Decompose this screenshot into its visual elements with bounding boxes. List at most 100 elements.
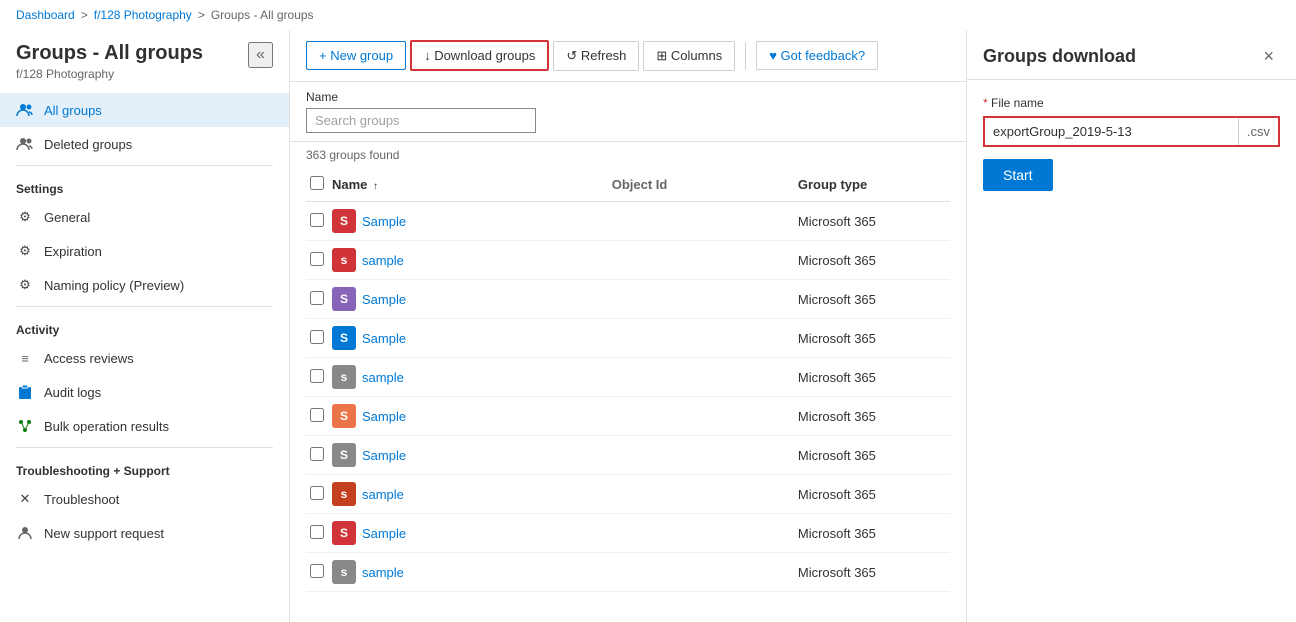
select-all-header[interactable] [306, 168, 328, 202]
row-checkbox-cell[interactable] [306, 358, 328, 397]
row-checkbox-cell[interactable] [306, 436, 328, 475]
grouptype-cell: Microsoft 365 [794, 553, 950, 592]
groups-count: 363 groups found [290, 142, 966, 168]
objectid-cell [608, 397, 794, 436]
filename-input[interactable] [985, 118, 1238, 145]
row-checkbox-cell[interactable] [306, 553, 328, 592]
groups-table: Name ↑ Object Id Group type S Sample Mic… [290, 168, 966, 592]
sidebar-item-naming-policy[interactable]: ⚙ Naming policy (Preview) [0, 268, 289, 302]
sidebar-item-all-groups-label: All groups [44, 103, 102, 118]
group-link[interactable]: S Sample [332, 287, 604, 311]
sidebar-divider-1 [16, 165, 273, 166]
deleted-groups-icon [16, 135, 34, 153]
grouptype-column-header[interactable]: Group type [794, 168, 950, 202]
list-icon: ≡ [16, 349, 34, 367]
person-help-icon [16, 524, 34, 542]
objectid-cell [608, 475, 794, 514]
sidebar-item-all-groups[interactable]: All groups [0, 93, 289, 127]
row-checkbox-cell[interactable] [306, 241, 328, 280]
group-name: Sample [362, 409, 406, 424]
name-column-header[interactable]: Name ↑ [328, 168, 608, 202]
row-checkbox[interactable] [310, 213, 324, 227]
row-checkbox-cell[interactable] [306, 202, 328, 241]
sidebar-item-deleted-groups-label: Deleted groups [44, 137, 132, 152]
group-name: sample [362, 253, 404, 268]
sidebar-item-access-reviews[interactable]: ≡ Access reviews [0, 341, 289, 375]
name-cell: S Sample [328, 280, 608, 319]
row-checkbox[interactable] [310, 447, 324, 461]
name-cell: S Sample [328, 202, 608, 241]
group-link[interactable]: s sample [332, 560, 604, 584]
group-link[interactable]: S Sample [332, 521, 604, 545]
row-checkbox-cell[interactable] [306, 319, 328, 358]
grouptype-cell: Microsoft 365 [794, 319, 950, 358]
name-cell: S Sample [328, 319, 608, 358]
row-checkbox-cell[interactable] [306, 514, 328, 553]
sidebar-item-audit-logs[interactable]: Audit logs [0, 375, 289, 409]
columns-button[interactable]: ⊞ Columns [643, 41, 735, 71]
sidebar-item-troubleshoot[interactable]: ✕ Troubleshoot [0, 482, 289, 516]
main-content: + New group ↓ Download groups ↺ Refresh … [290, 30, 966, 622]
sidebar-subtitle: f/128 Photography [16, 67, 273, 81]
all-groups-icon [16, 101, 34, 119]
row-checkbox-cell[interactable] [306, 475, 328, 514]
group-avatar: S [332, 209, 356, 233]
group-link[interactable]: S Sample [332, 443, 604, 467]
objectid-cell [608, 358, 794, 397]
grouptype-cell: Microsoft 365 [794, 202, 950, 241]
panel-close-button[interactable]: × [1257, 44, 1280, 69]
sidebar: « Groups - All groups f/128 Photography … [0, 30, 290, 622]
filter-label: Name [306, 90, 950, 104]
gear-icon-general: ⚙ [16, 208, 34, 226]
sidebar-item-deleted-groups[interactable]: Deleted groups [0, 127, 289, 161]
group-link[interactable]: S Sample [332, 326, 604, 350]
name-cell: s sample [328, 241, 608, 280]
row-checkbox[interactable] [310, 525, 324, 539]
objectid-cell [608, 280, 794, 319]
filename-row: .csv [983, 116, 1280, 147]
select-all-checkbox[interactable] [310, 176, 324, 190]
group-link[interactable]: s sample [332, 248, 604, 272]
breadcrumb-dashboard[interactable]: Dashboard [16, 8, 75, 22]
group-link[interactable]: s sample [332, 365, 604, 389]
group-link[interactable]: S Sample [332, 404, 604, 428]
group-name: Sample [362, 448, 406, 463]
row-checkbox-cell[interactable] [306, 397, 328, 436]
search-input[interactable] [306, 108, 536, 133]
row-checkbox[interactable] [310, 408, 324, 422]
sidebar-item-expiration-label: Expiration [44, 244, 102, 259]
row-checkbox[interactable] [310, 291, 324, 305]
grouptype-cell: Microsoft 365 [794, 358, 950, 397]
sidebar-collapse-button[interactable]: « [248, 42, 273, 68]
row-checkbox[interactable] [310, 330, 324, 344]
group-link[interactable]: s sample [332, 482, 604, 506]
objectid-column-header[interactable]: Object Id [608, 168, 794, 202]
group-avatar: S [332, 326, 356, 350]
table-row: S Sample Microsoft 365 [306, 202, 950, 241]
sidebar-item-bulk-operations[interactable]: Bulk operation results [0, 409, 289, 443]
objectid-cell [608, 436, 794, 475]
row-checkbox[interactable] [310, 486, 324, 500]
refresh-button[interactable]: ↺ Refresh [553, 41, 639, 71]
row-checkbox[interactable] [310, 252, 324, 266]
sidebar-item-general[interactable]: ⚙ General [0, 200, 289, 234]
row-checkbox-cell[interactable] [306, 280, 328, 319]
grouptype-cell: Microsoft 365 [794, 475, 950, 514]
sidebar-item-audit-logs-label: Audit logs [44, 385, 101, 400]
row-checkbox[interactable] [310, 369, 324, 383]
sidebar-item-expiration[interactable]: ⚙ Expiration [0, 234, 289, 268]
name-cell: S Sample [328, 514, 608, 553]
sidebar-item-new-support[interactable]: New support request [0, 516, 289, 550]
panel-header: Groups download × [967, 30, 1296, 80]
breadcrumb-tenant[interactable]: f/128 Photography [94, 8, 192, 22]
filename-label: * File name [983, 96, 1280, 110]
new-group-button[interactable]: + New group [306, 41, 406, 70]
group-link[interactable]: S Sample [332, 209, 604, 233]
grouptype-cell: Microsoft 365 [794, 514, 950, 553]
start-button[interactable]: Start [983, 159, 1053, 191]
sidebar-title: Groups - All groups [16, 42, 273, 65]
row-checkbox[interactable] [310, 564, 324, 578]
table-row: s sample Microsoft 365 [306, 241, 950, 280]
download-groups-button[interactable]: ↓ Download groups [410, 40, 549, 71]
feedback-button[interactable]: ♥ Got feedback? [756, 41, 878, 70]
